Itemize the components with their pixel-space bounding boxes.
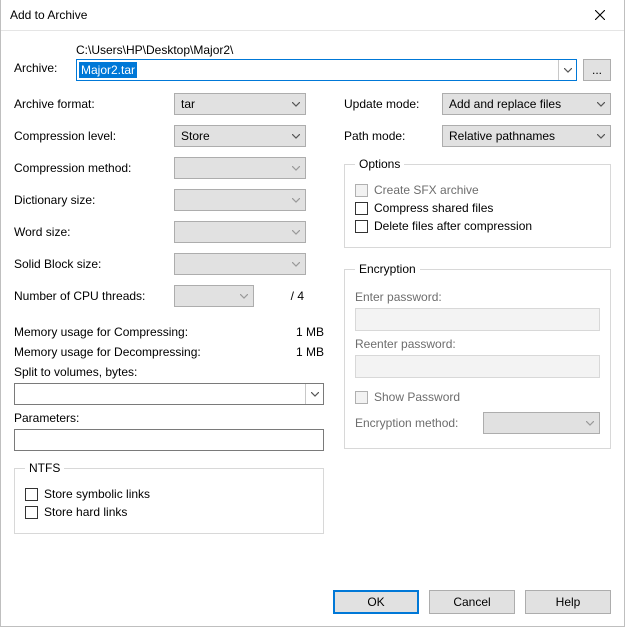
mem-compress-label: Memory usage for Compressing: [14, 325, 188, 339]
update-mode-select[interactable]: Add and replace files [442, 93, 611, 115]
store-symbolic-links-label: Store symbolic links [44, 487, 150, 501]
compression-method-label: Compression method: [14, 161, 174, 175]
close-icon [595, 10, 605, 20]
enter-password-input [355, 308, 600, 331]
enter-password-label: Enter password: [355, 290, 600, 304]
cpu-threads-total: / 4 [260, 289, 304, 303]
chevron-down-icon [292, 102, 300, 107]
ntfs-fieldset: NTFS Store symbolic links Store hard lin… [14, 461, 324, 534]
solid-block-size-label: Solid Block size: [14, 257, 174, 271]
chevron-down-icon [564, 68, 572, 73]
compression-level-value: Store [181, 129, 287, 143]
titlebar: Add to Archive [1, 0, 624, 31]
chevron-down-icon [292, 262, 300, 267]
compression-level-select[interactable]: Store [174, 125, 306, 147]
archive-path-text: C:\Users\HP\Desktop\Major2\ [76, 43, 611, 57]
archive-name-combobox[interactable]: Major2.tar [76, 59, 577, 81]
chevron-down-icon [292, 134, 300, 139]
dictionary-size-label: Dictionary size: [14, 193, 174, 207]
window-title: Add to Archive [10, 8, 87, 22]
archive-format-value: tar [181, 97, 287, 111]
chevron-down-icon [586, 421, 594, 426]
encryption-method-select [483, 412, 600, 434]
ok-button[interactable]: OK [333, 590, 419, 614]
chevron-down-icon [597, 134, 605, 139]
delete-after-checkbox[interactable] [355, 220, 368, 233]
close-button[interactable] [577, 1, 622, 30]
chevron-down-icon [292, 198, 300, 203]
archive-name-value: Major2.tar [79, 62, 137, 78]
create-sfx-checkbox [355, 184, 368, 197]
path-mode-value: Relative pathnames [449, 129, 592, 143]
cpu-threads-label: Number of CPU threads: [14, 289, 174, 303]
parameters-input[interactable] [14, 429, 324, 451]
show-password-label: Show Password [374, 390, 460, 404]
compress-shared-checkbox[interactable] [355, 202, 368, 215]
mem-decompress-value: 1 MB [296, 345, 324, 359]
chevron-down-icon [597, 102, 605, 107]
archive-format-select[interactable]: tar [174, 93, 306, 115]
split-volumes-select[interactable] [14, 383, 324, 405]
solid-block-size-select[interactable] [174, 253, 306, 275]
reenter-password-input [355, 355, 600, 378]
encryption-method-label: Encryption method: [355, 416, 475, 430]
dictionary-size-select[interactable] [174, 189, 306, 211]
create-sfx-label: Create SFX archive [374, 183, 479, 197]
delete-after-label: Delete files after compression [374, 219, 532, 233]
show-password-checkbox [355, 391, 368, 404]
browse-button[interactable]: ... [583, 59, 611, 81]
word-size-select[interactable] [174, 221, 306, 243]
ntfs-legend: NTFS [25, 461, 64, 475]
store-hard-links-checkbox[interactable] [25, 506, 38, 519]
cancel-button[interactable]: Cancel [429, 590, 515, 614]
chevron-down-icon [292, 166, 300, 171]
archive-label: Archive: [14, 43, 68, 75]
split-volumes-label: Split to volumes, bytes: [14, 365, 324, 379]
add-to-archive-dialog: Add to Archive Archive: C:\Users\HP\Desk… [0, 0, 625, 627]
path-mode-select[interactable]: Relative pathnames [442, 125, 611, 147]
compression-method-select[interactable] [174, 157, 306, 179]
cpu-threads-select[interactable] [174, 285, 254, 307]
compress-shared-label: Compress shared files [374, 201, 493, 215]
mem-compress-value: 1 MB [296, 325, 324, 339]
store-symbolic-links-checkbox[interactable] [25, 488, 38, 501]
compression-level-label: Compression level: [14, 129, 174, 143]
store-hard-links-label: Store hard links [44, 505, 127, 519]
reenter-password-label: Reenter password: [355, 337, 600, 351]
archive-name-dropdown-button[interactable] [558, 60, 576, 80]
encryption-legend: Encryption [355, 262, 420, 276]
browse-button-label: ... [592, 63, 602, 77]
path-mode-label: Path mode: [344, 129, 434, 143]
mem-decompress-label: Memory usage for Decompressing: [14, 345, 201, 359]
help-button[interactable]: Help [525, 590, 611, 614]
chevron-down-icon [240, 294, 248, 299]
update-mode-value: Add and replace files [449, 97, 592, 111]
encryption-fieldset: Encryption Enter password: Reenter passw… [344, 262, 611, 449]
archive-format-label: Archive format: [14, 97, 174, 111]
chevron-down-icon [292, 230, 300, 235]
chevron-down-icon [311, 392, 319, 397]
options-fieldset: Options Create SFX archive Compress shar… [344, 157, 611, 248]
parameters-label: Parameters: [14, 411, 324, 425]
word-size-label: Word size: [14, 225, 174, 239]
update-mode-label: Update mode: [344, 97, 434, 111]
options-legend: Options [355, 157, 404, 171]
